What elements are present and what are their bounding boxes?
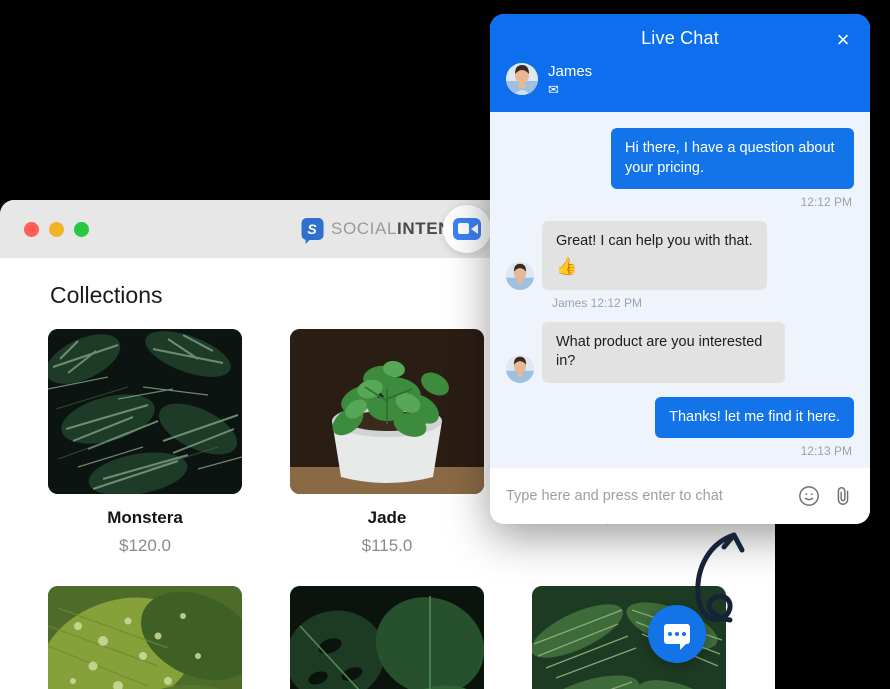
product-card[interactable]: Monstera $120.0 <box>48 329 242 556</box>
chat-message-incoming: What product are you interested in? <box>506 321 854 383</box>
product-price: $120.0 <box>119 536 171 555</box>
chat-input-bar[interactable]: Type here and press enter to chat <box>490 468 870 524</box>
agent-avatar <box>506 354 534 383</box>
traffic-light-buttons <box>24 221 89 237</box>
minimize-window-button[interactable] <box>49 221 64 237</box>
product-image-dewy-leaves <box>48 586 242 689</box>
product-card[interactable]: Jade $115.0 <box>290 329 484 556</box>
chat-title: Live Chat <box>641 28 719 48</box>
video-call-button[interactable] <box>443 205 491 253</box>
message-timestamp: James 12:12 PM <box>552 295 643 310</box>
message-timestamp: 12:12 PM <box>800 195 852 210</box>
message-bubble: Great! I can help you with that. 👍 <box>542 221 767 290</box>
socialintents-mark-icon: S <box>301 218 324 244</box>
message-bubble: Thanks! let me find it here. <box>655 396 854 439</box>
paperclip-icon[interactable] <box>832 485 854 507</box>
product-name: Jade <box>367 508 407 527</box>
message-text: Great! I can help you with that. <box>556 233 753 250</box>
chat-message-incoming: Great! I can help you with that. 👍 <box>506 221 854 290</box>
agent-avatar <box>506 261 534 290</box>
thumbs-up-icon: 👍 <box>556 256 578 276</box>
chat-agent-info: James ✉ <box>506 63 854 96</box>
chat-message-outgoing: Thanks! let me find it here. <box>506 396 854 439</box>
close-icon[interactable]: × <box>832 29 854 52</box>
chat-message-outgoing: Hi there, I have a question about your p… <box>506 128 854 190</box>
agent-meta: James ✉ <box>548 63 592 96</box>
message-bubble: What product are you interested in? <box>542 321 785 383</box>
brand-word-social: SOCIAL <box>331 219 398 238</box>
close-window-button[interactable] <box>24 221 39 237</box>
product-price: $115.0 <box>361 536 413 555</box>
product-image-monstera <box>48 329 242 494</box>
agent-avatar <box>506 63 538 95</box>
message-bubble: Hi there, I have a question about your p… <box>611 128 854 190</box>
product-image-dark-monstera <box>290 586 484 689</box>
product-image-jade <box>290 329 484 494</box>
chat-message-list: Hi there, I have a question about your p… <box>490 112 870 468</box>
product-card[interactable] <box>48 586 242 689</box>
chat-bubble-icon <box>664 624 690 650</box>
product-name: Monstera <box>107 508 183 527</box>
message-timestamp: 12:13 PM <box>800 444 852 459</box>
smiley-icon[interactable] <box>798 485 820 507</box>
maximize-window-button[interactable] <box>74 221 89 237</box>
pointing-arrow <box>690 525 790 635</box>
chat-input-placeholder[interactable]: Type here and press enter to chat <box>506 488 786 504</box>
product-card[interactable] <box>290 586 484 689</box>
screenshot-stage: S SOCIALINTENTS Collections Monstera $12… <box>0 0 890 689</box>
envelope-icon[interactable]: ✉ <box>548 83 592 96</box>
agent-name: James <box>548 63 593 80</box>
live-chat-widget: Live Chat × James ✉ Hi there, I have a q… <box>490 14 870 524</box>
video-camera-icon <box>453 218 481 240</box>
chat-header: Live Chat × James ✉ <box>490 14 870 112</box>
